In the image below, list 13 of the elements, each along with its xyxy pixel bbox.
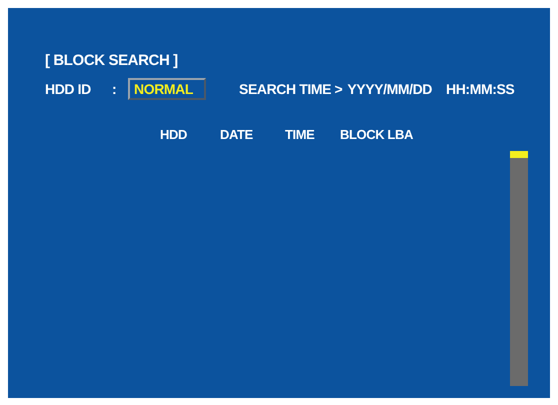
- date-format: YYYY/MM/DD: [347, 81, 432, 97]
- column-header: HDD: [160, 127, 188, 142]
- time-format: HH:MM:SS: [446, 81, 514, 97]
- hdd-id-field[interactable]: NORMAL: [128, 78, 206, 100]
- search-time-label: SEARCH TIME >: [239, 81, 342, 97]
- hdd-id-label: HDD ID: [45, 81, 92, 97]
- colon: :: [112, 81, 118, 97]
- scrollbar[interactable]: [510, 151, 528, 386]
- column-header: BLOCK LBA: [340, 127, 413, 142]
- screen-title: [ BLOCK SEARCH ]: [45, 52, 178, 69]
- scroll-thumb[interactable]: [510, 151, 528, 158]
- column-header: DATE: [220, 127, 254, 142]
- column-header: TIME: [285, 127, 316, 142]
